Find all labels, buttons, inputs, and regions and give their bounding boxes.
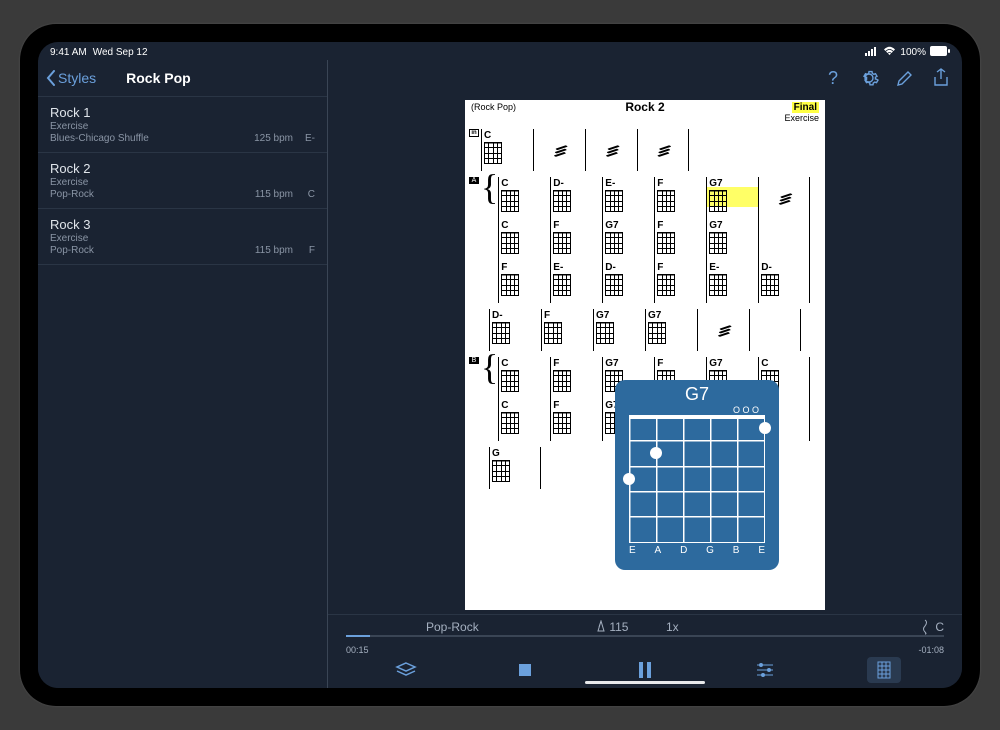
item-type: Exercise (50, 177, 94, 188)
main-area: ? Rock 2 (Rock Pop) Final (328, 60, 962, 688)
edit-button[interactable] (894, 67, 916, 89)
transport-tempo[interactable]: 115 (596, 620, 646, 634)
screen: 9:41 AM Wed Sep 12 100% Styles Ro (38, 42, 962, 688)
section-intro: in C ꠵ ꠵ ꠵ (465, 129, 825, 171)
item-key: E- (301, 133, 315, 144)
status-date: Wed Sep 12 (93, 47, 148, 58)
practice-button[interactable] (389, 657, 423, 683)
metronome-icon (596, 620, 606, 632)
transport-style[interactable]: Pop-Rock (426, 620, 576, 634)
item-type: Exercise (50, 233, 94, 244)
item-title: Rock 3 (50, 217, 94, 232)
time-remaining: -01:08 (918, 645, 944, 655)
item-tempo: 115 bpm (255, 189, 293, 200)
item-title: Rock 1 (50, 105, 149, 120)
overlay-chord-name: G7 (629, 384, 765, 405)
item-key: C (301, 189, 315, 200)
section-row: D- F G7 G7 ꠵ (465, 309, 825, 351)
chord-diagram-icon (876, 661, 892, 679)
battery-pct: 100% (900, 47, 926, 58)
progress-fill (346, 635, 370, 637)
settings-button[interactable] (858, 67, 880, 89)
section-label: B (469, 357, 479, 364)
stop-icon (517, 662, 533, 678)
pause-button[interactable] (628, 657, 662, 683)
help-button[interactable]: ? (822, 67, 844, 89)
home-indicator[interactable] (585, 681, 705, 684)
item-style: Pop-Rock (50, 245, 94, 256)
overlay-open-strings: O O O (629, 405, 765, 415)
progress-bar[interactable] (346, 635, 944, 637)
mixer-button[interactable] (748, 657, 782, 683)
transport-speed[interactable]: 1x (666, 620, 706, 634)
current-bar: G7 (706, 177, 758, 219)
sidebar: Styles Rock Pop Rock 1 Exercise Blues-Ch… (38, 60, 328, 688)
sheet-title: Rock 2 (465, 100, 825, 114)
list-item[interactable]: Rock 3 Exercise Pop-Rock 115 bpm F (38, 208, 327, 265)
status-time: 9:41 AM (50, 47, 87, 58)
item-tempo: 115 bpm (255, 245, 293, 256)
chord-sheet: Rock 2 (Rock Pop) Final Exercise in C ꠵ … (465, 100, 825, 610)
transport-key[interactable]: C (919, 619, 944, 635)
back-button[interactable]: Styles (46, 70, 96, 86)
item-tempo: 125 bpm (254, 133, 293, 144)
gear-icon (859, 68, 879, 88)
styles-list[interactable]: Rock 1 Exercise Blues-Chicago Shuffle 12… (38, 96, 327, 688)
toolbar: ? (328, 60, 962, 96)
sheet-viewport[interactable]: Rock 2 (Rock Pop) Final Exercise in C ꠵ … (328, 96, 962, 614)
item-style: Blues-Chicago Shuffle (50, 133, 149, 144)
time-elapsed: 00:15 (346, 645, 369, 655)
nav-header: Styles Rock Pop (38, 60, 327, 96)
chord-grid (629, 415, 765, 543)
section-label: A (469, 177, 479, 184)
item-style: Pop-Rock (50, 189, 94, 200)
treble-clef-icon (919, 619, 931, 635)
share-button[interactable] (930, 67, 952, 89)
chord-diagram-overlay[interactable]: G7 O O O E A D G B E (615, 380, 779, 570)
wifi-icon (883, 46, 896, 59)
battery-icon (930, 46, 950, 59)
item-type: Exercise (50, 121, 149, 132)
chevron-left-icon (46, 70, 56, 86)
section-label: in (469, 129, 479, 137)
pencil-icon (896, 69, 914, 87)
device-frame: 9:41 AM Wed Sep 12 100% Styles Ro (20, 24, 980, 706)
list-item[interactable]: Rock 2 Exercise Pop-Rock 115 bpm C (38, 152, 327, 208)
back-label: Styles (58, 70, 96, 86)
sheet-tag-sub: Exercise (784, 113, 819, 123)
string-labels: E A D G B E (629, 543, 765, 556)
pause-icon (637, 661, 653, 679)
transport-bar: Pop-Rock 115 1x C 00:15 -01:08 (328, 614, 962, 688)
status-bar: 9:41 AM Wed Sep 12 100% (38, 42, 962, 60)
item-title: Rock 2 (50, 161, 94, 176)
list-item[interactable]: Rock 1 Exercise Blues-Chicago Shuffle 12… (38, 96, 327, 152)
diagram-toggle-button[interactable] (867, 657, 901, 683)
section-a: A { C D- E- F G7 ꠵ C F (465, 177, 825, 303)
nav-title: Rock Pop (126, 70, 319, 86)
share-icon (932, 68, 950, 88)
stop-button[interactable] (508, 657, 542, 683)
signal-icon (865, 46, 879, 59)
item-key: F (301, 245, 315, 256)
layers-icon (395, 661, 417, 679)
sliders-icon (755, 662, 775, 678)
